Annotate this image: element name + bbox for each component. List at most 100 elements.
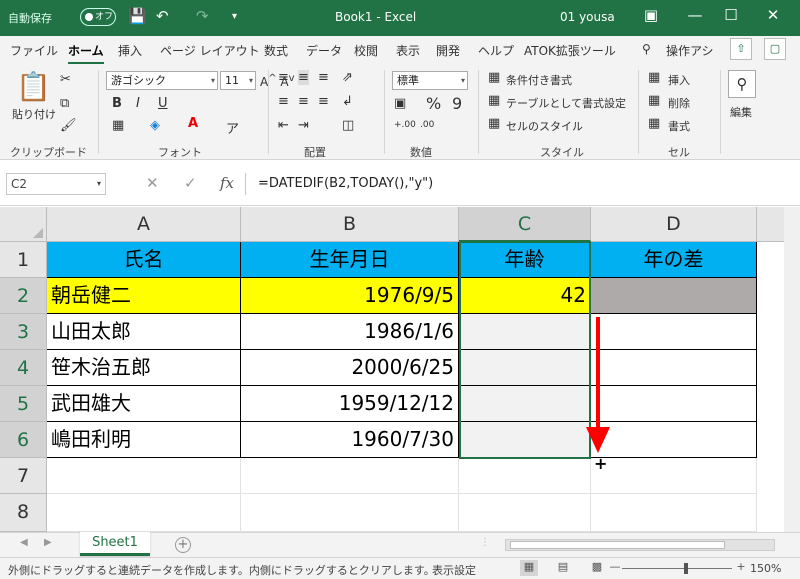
column-header-b[interactable]: B (241, 207, 459, 242)
minimize-icon[interactable]: — (680, 6, 710, 24)
table-cell[interactable]: 2000/6/25 (241, 350, 459, 386)
fill-handle-cursor-icon[interactable]: + (594, 456, 607, 472)
table-header-cell[interactable]: 生年月日 (241, 242, 459, 278)
table-cell[interactable] (591, 314, 757, 350)
empty-cell[interactable] (591, 458, 757, 494)
row-header-3[interactable]: 3 (0, 314, 47, 350)
phonetic-icon[interactable]: ア (226, 118, 239, 137)
editing-button[interactable]: 編集 (730, 104, 752, 120)
name-box[interactable]: C2 ▾ (6, 173, 106, 195)
find-icon[interactable]: ⚲ (728, 70, 756, 98)
table-cell[interactable]: 嶋田利明 (47, 422, 241, 458)
font-color-icon[interactable]: A (188, 116, 198, 131)
merge-center-icon[interactable]: ◫ (342, 118, 354, 133)
tab-page-layout[interactable]: ページ レイアウト (160, 42, 260, 59)
sheet-tab-sheet1[interactable]: Sheet1 (80, 532, 150, 556)
undo-icon[interactable]: ↶ (156, 7, 169, 25)
delete-cells-icon[interactable]: ▦ (648, 93, 660, 108)
horizontal-scrollbar[interactable] (505, 539, 775, 551)
page-layout-view-icon[interactable]: ▤ (554, 560, 572, 576)
comments-icon[interactable]: ▢ (764, 38, 786, 60)
align-center-icon[interactable]: ≡ (298, 94, 309, 109)
table-cell[interactable] (591, 278, 757, 314)
row-header-8[interactable]: 8 (0, 494, 47, 532)
vertical-scrollbar[interactable] (784, 207, 800, 532)
table-cell[interactable]: 山田太郎 (47, 314, 241, 350)
empty-cell[interactable] (591, 494, 757, 532)
row-header-1[interactable]: 1 (0, 242, 47, 278)
ribbon-display-icon[interactable]: ▣ (636, 6, 666, 24)
tab-view[interactable]: 表示 (396, 42, 420, 59)
orientation-icon[interactable]: ⇗ (342, 70, 353, 85)
table-cell[interactable]: 1959/12/12 (241, 386, 459, 422)
fill-color-icon[interactable]: ◈ (150, 118, 160, 133)
tab-formulas[interactable]: 数式 (264, 42, 288, 59)
insert-cells-button[interactable]: 挿入 (668, 72, 690, 88)
align-left-icon[interactable]: ≡ (278, 94, 289, 109)
empty-cell[interactable] (459, 494, 591, 532)
tab-data[interactable]: データ (306, 42, 342, 59)
user-name[interactable]: 01 yousa (560, 10, 615, 24)
conditional-format-button[interactable]: 条件付き書式 (506, 72, 572, 88)
delete-cells-button[interactable]: 削除 (668, 95, 690, 111)
row-header-6[interactable]: 6 (0, 422, 47, 458)
tab-home[interactable]: ホーム (68, 42, 104, 65)
cell-styles-button[interactable]: セルのスタイル (506, 118, 583, 134)
comma-button[interactable]: 9 (452, 94, 462, 113)
share-icon[interactable]: ⇧ (730, 38, 752, 60)
column-header-e[interactable] (757, 207, 787, 242)
table-cell[interactable]: 1960/7/30 (241, 422, 459, 458)
column-header-a[interactable]: A (47, 207, 241, 242)
table-cell[interactable]: 朝岳健二 (47, 278, 241, 314)
table-cell[interactable] (591, 386, 757, 422)
tab-review[interactable]: 校閲 (354, 42, 378, 59)
empty-cell[interactable] (241, 494, 459, 532)
align-bottom-icon[interactable]: ≡ (318, 70, 329, 85)
select-all-corner[interactable] (0, 207, 47, 242)
tab-insert[interactable]: 挿入 (118, 42, 142, 59)
number-format-select[interactable]: 標準 ▾ (392, 71, 468, 90)
redo-icon[interactable]: ↷ (196, 7, 209, 25)
currency-icon[interactable]: ▣ (394, 96, 406, 111)
copy-icon[interactable]: ⧉ (60, 96, 69, 111)
table-cell[interactable]: 武田雄大 (47, 386, 241, 422)
row-header-2[interactable]: 2 (0, 278, 47, 314)
normal-view-icon[interactable]: ▦ (520, 560, 538, 576)
close-icon[interactable]: ✕ (758, 6, 788, 24)
percent-button[interactable]: % (426, 94, 441, 113)
align-top-icon[interactable]: ≡ (278, 70, 289, 85)
zoom-slider-knob[interactable] (684, 563, 688, 574)
paste-icon[interactable]: 📋 (16, 70, 51, 103)
empty-cell[interactable] (241, 458, 459, 494)
column-header-c[interactable]: C (459, 207, 591, 242)
decrease-decimal-icon[interactable]: .00 (420, 120, 434, 130)
table-header-cell[interactable]: 氏名 (47, 242, 241, 278)
increase-indent-icon[interactable]: ⇥ (298, 118, 309, 133)
empty-cell[interactable] (47, 494, 241, 532)
maximize-icon[interactable]: ☐ (716, 6, 746, 24)
tab-tell-me[interactable]: 操作アシ (666, 42, 714, 59)
conditional-format-icon[interactable]: ▦ (488, 70, 500, 85)
page-break-view-icon[interactable]: ▩ (588, 560, 606, 576)
tab-file[interactable]: ファイル (10, 42, 58, 59)
save-icon[interactable]: 💾 (128, 7, 147, 25)
font-size-select[interactable]: 11 ▾ (220, 71, 256, 90)
format-cells-button[interactable]: 書式 (668, 118, 690, 134)
prev-sheet-icon[interactable]: ◀ (20, 537, 28, 548)
next-sheet-icon[interactable]: ▶ (44, 537, 52, 548)
empty-cell[interactable] (459, 458, 591, 494)
wrap-text-icon[interactable]: ↲ (342, 94, 353, 109)
display-settings-button[interactable]: 表示設定 (432, 562, 476, 578)
format-cells-icon[interactable]: ▦ (648, 116, 660, 131)
split-icon[interactable]: ⋮ (480, 537, 490, 548)
autosave-toggle[interactable]: オフ (80, 8, 116, 26)
increase-decimal-icon[interactable]: +.00 (394, 120, 416, 130)
zoom-slider[interactable] (622, 568, 732, 569)
row-header-5[interactable]: 5 (0, 386, 47, 422)
cell-styles-icon[interactable]: ▦ (488, 116, 500, 131)
cancel-icon[interactable]: ✕ (146, 174, 159, 192)
underline-button[interactable]: U (158, 96, 168, 111)
align-middle-icon[interactable]: ≡ (298, 70, 309, 85)
table-cell[interactable]: 1986/1/6 (241, 314, 459, 350)
enter-icon[interactable]: ✓ (184, 174, 197, 192)
